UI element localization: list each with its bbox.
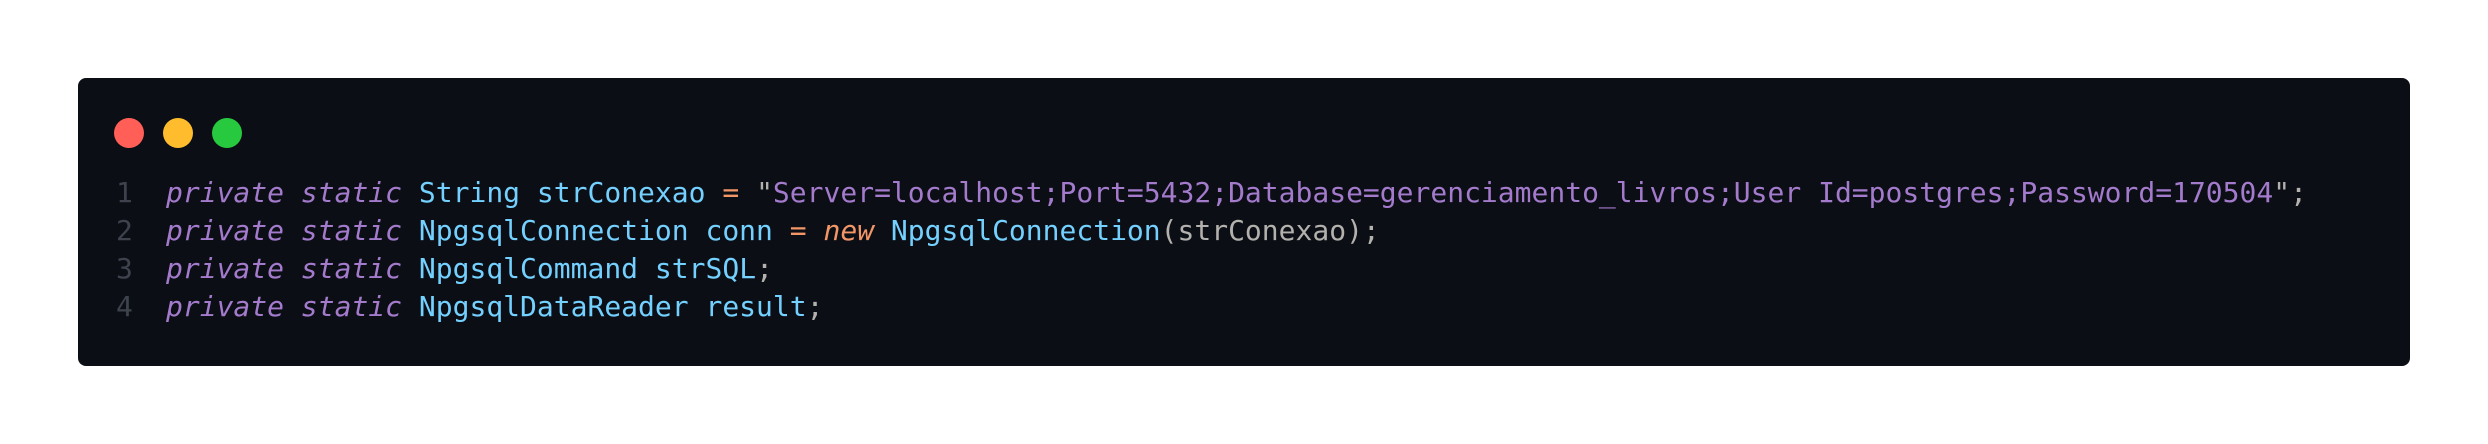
line-number: 4 bbox=[116, 290, 133, 323]
code-token: strSQL bbox=[654, 252, 757, 285]
code-token: strConexao bbox=[536, 176, 706, 209]
code-token: ; bbox=[756, 252, 773, 285]
code-token: Server=localhost;Port=5432;Database=gere… bbox=[772, 176, 2274, 209]
line-source: private static NpgsqlDataReader result; bbox=[166, 288, 823, 326]
code-token: NpgsqlConnection bbox=[418, 214, 689, 247]
code-token: = bbox=[722, 176, 740, 209]
code-token: ; bbox=[2290, 176, 2307, 209]
line-number: 1 bbox=[116, 176, 133, 209]
code-token: NpgsqlCommand bbox=[418, 252, 639, 285]
code-token: " bbox=[756, 176, 773, 209]
window-controls bbox=[114, 118, 242, 148]
code-token: (strConexao); bbox=[1160, 214, 1380, 247]
line-source: private static NpgsqlCommand strSQL; bbox=[166, 250, 773, 288]
code-token: static bbox=[300, 214, 403, 247]
code-token: result bbox=[705, 290, 807, 323]
code-token: " bbox=[2273, 176, 2291, 209]
line-number: 3 bbox=[116, 252, 133, 285]
code-token: static bbox=[300, 252, 403, 285]
code-token: private bbox=[166, 290, 285, 323]
code-token: new bbox=[823, 214, 875, 247]
maximize-dot-icon[interactable] bbox=[212, 118, 242, 148]
code-token: static bbox=[300, 290, 403, 323]
code-window: 1 private static String strConexao = "Ser… bbox=[78, 78, 2410, 366]
code-token: private bbox=[166, 252, 285, 285]
code-token: ; bbox=[806, 290, 824, 323]
code-token: NpgsqlConnection bbox=[890, 214, 1161, 247]
code-line: 1 private static String strConexao = "Ser… bbox=[116, 174, 2390, 212]
code-line: 3 private static NpgsqlCommand strSQL; bbox=[116, 250, 2390, 288]
line-source: private static String strConexao = "Serv… bbox=[166, 174, 2307, 212]
minimize-dot-icon[interactable] bbox=[163, 118, 193, 148]
code-token: private bbox=[166, 176, 285, 209]
code-line: 4 private static NpgsqlDataReader result; bbox=[116, 288, 2390, 326]
code-block: 1 private static String strConexao = "Ser… bbox=[116, 174, 2390, 326]
code-token: private bbox=[166, 214, 285, 247]
code-token: static bbox=[300, 176, 403, 209]
code-token: conn bbox=[705, 214, 773, 247]
line-source: private static NpgsqlConnection conn = n… bbox=[166, 212, 1380, 250]
code-token: String bbox=[418, 176, 521, 209]
code-line: 2 private static NpgsqlConnection conn = … bbox=[116, 212, 2390, 250]
code-token: = bbox=[789, 214, 807, 247]
line-number: 2 bbox=[116, 214, 133, 247]
close-dot-icon[interactable] bbox=[114, 118, 144, 148]
code-token: NpgsqlDataReader bbox=[418, 290, 689, 323]
